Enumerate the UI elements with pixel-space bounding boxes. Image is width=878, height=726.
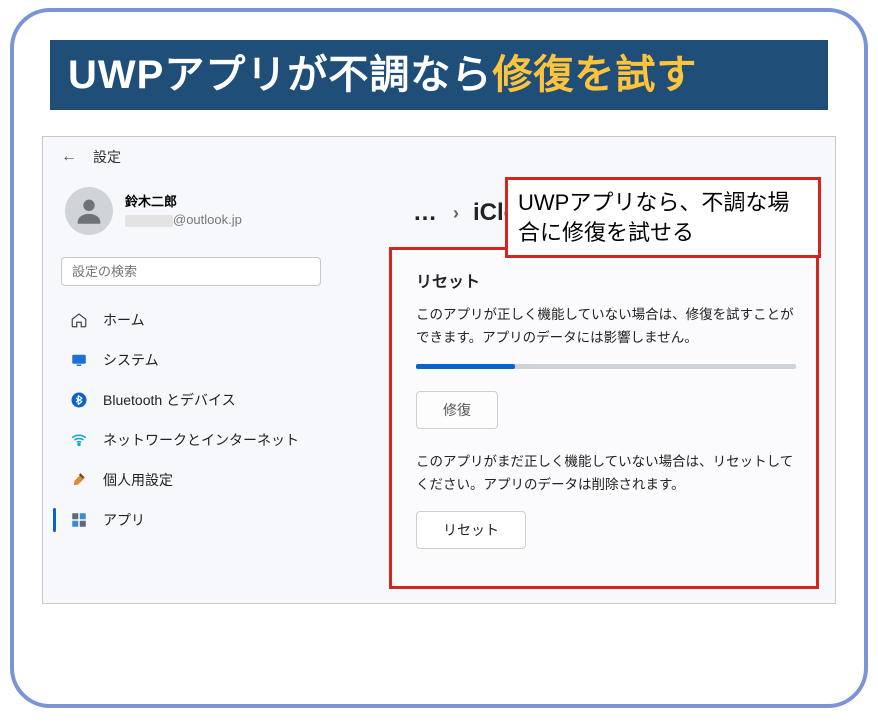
article-headline: UWPアプリが不調なら修復を試す [50,40,828,110]
reset-button[interactable]: リセット [416,511,526,549]
reset-description: このアプリがまだ正しく機能していない場合は、リセットしてください。アプリのデータ… [416,451,796,497]
sidebar-item-label: 個人用設定 [103,470,173,490]
chevron-right-icon: › [453,203,459,224]
apps-icon [69,510,89,530]
sidebar-item-system[interactable]: システム [61,340,313,380]
sidebar-item-label: Bluetooth とデバイス [103,390,236,410]
window-title: 設定 [93,147,121,167]
avatar [65,187,113,235]
sidebar-item-label: ネットワークとインターネット [103,430,299,450]
settings-window: ← 設定 鈴木二郎 @outlook.jp … › iCloud 🔍 ホーム [42,136,836,604]
headline-part2: 修復を試す [492,53,697,97]
email-redacted [125,215,173,227]
annotation-callout: UWPアプリなら、不調な場合に修復を試せる [505,177,821,258]
repair-progress-bar [416,364,796,369]
reset-heading: リセット [416,268,796,292]
repair-button[interactable]: 修復 [416,391,498,429]
breadcrumb-ellipsis[interactable]: … [413,199,439,227]
sidebar-item-apps[interactable]: アプリ [61,500,313,540]
sidebar-item-personalization[interactable]: 個人用設定 [61,460,313,500]
system-icon [69,350,89,370]
home-icon [69,310,89,330]
wifi-icon [69,430,89,450]
bluetooth-icon [69,390,89,410]
repair-description: このアプリが正しく機能していない場合は、修復を試すことができます。アプリのデータ… [416,304,796,350]
sidebar-item-label: ホーム [103,310,145,330]
headline-part1: UWPアプリが不調なら [68,53,492,97]
profile-name: 鈴木二郎 [125,193,242,211]
reset-panel: リセット このアプリが正しく機能していない場合は、修復を試すことができます。アプ… [389,247,819,589]
search-input[interactable] [61,257,321,286]
sidebar-item-network[interactable]: ネットワークとインターネット [61,420,313,460]
back-icon[interactable]: ← [61,148,77,166]
sidebar-item-home[interactable]: ホーム [61,300,313,340]
sidebar-item-label: アプリ [103,510,145,530]
sidebar-item-label: システム [103,350,159,370]
brush-icon [69,470,89,490]
profile-email: @outlook.jp [125,211,242,229]
sidebar-item-bluetooth[interactable]: Bluetooth とデバイス [61,380,313,420]
